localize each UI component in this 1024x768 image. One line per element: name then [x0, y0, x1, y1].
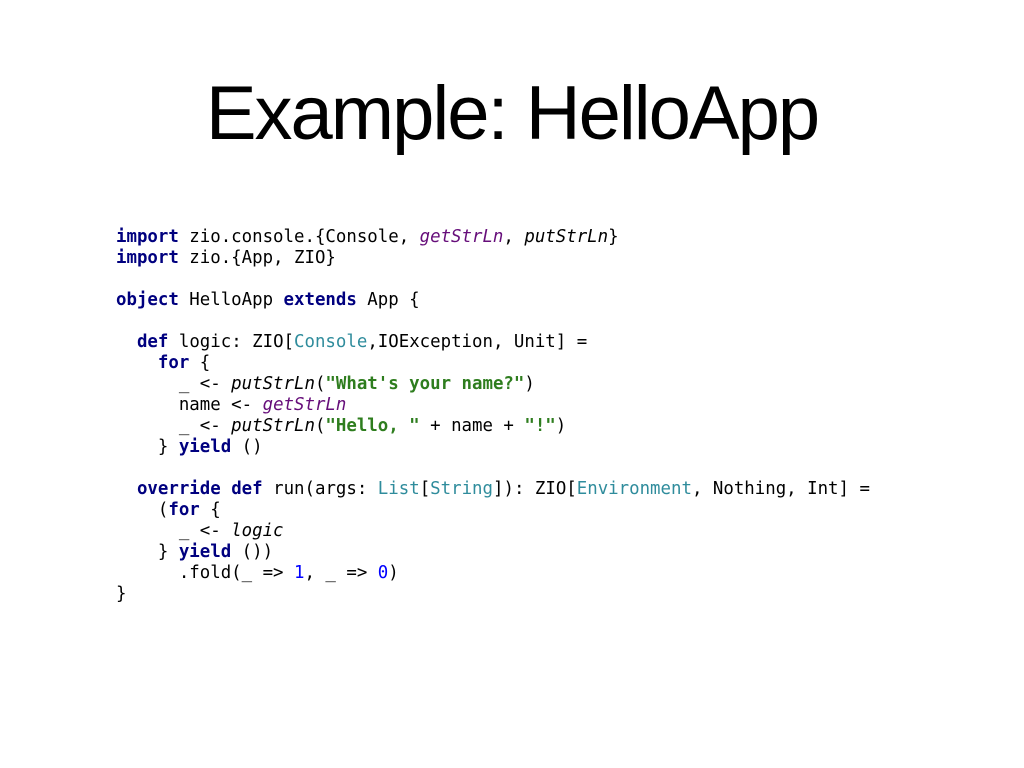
code-token: [	[419, 479, 431, 499]
code-token: HelloApp	[178, 290, 284, 310]
code-line: name <- getStrLn	[116, 395, 870, 416]
code-token: Environment	[576, 479, 692, 499]
code-token: yield	[178, 542, 232, 562]
slide-title: Example: HelloApp	[205, 71, 820, 156]
code-token: ]): ZIO[	[493, 479, 577, 499]
code-token: (	[314, 416, 326, 436]
code-token: List	[377, 479, 420, 499]
code-token: import	[116, 227, 179, 247]
code-token: String	[430, 479, 493, 499]
code-token: getStrLn	[262, 395, 347, 415]
code-token: run(args:	[262, 479, 378, 499]
code-token: _ <-	[116, 416, 232, 436]
code-line: } yield ()	[116, 437, 870, 458]
code-token: }	[116, 437, 179, 457]
code-token: , _ =>	[304, 563, 378, 583]
code-token: }	[116, 584, 127, 604]
code-token: "Hello, "	[325, 416, 420, 436]
code-token: (	[314, 374, 326, 394]
code-token: )	[388, 563, 399, 583]
code-token: def	[136, 332, 169, 352]
code-line: override def run(args: List[String]): ZI…	[116, 479, 870, 500]
code-token: zio.{App, ZIO}	[178, 248, 336, 268]
code-block: import zio.console.{Console, getStrLn, p…	[116, 227, 870, 605]
code-token: "What's your name?"	[325, 374, 525, 394]
code-token: ,	[503, 227, 525, 247]
code-token: object	[116, 290, 179, 310]
code-token: import	[116, 248, 179, 268]
code-token: _ <-	[116, 374, 232, 394]
code-line: def logic: ZIO[Console,IOException, Unit…	[116, 332, 870, 353]
code-token: {	[189, 353, 211, 373]
code-line: _ <- logic	[116, 521, 870, 542]
code-token: yield	[178, 437, 232, 457]
code-token: .fold(_ =>	[116, 563, 294, 583]
code-token: "!"	[524, 416, 556, 436]
code-line: _ <- putStrLn("Hello, " + name + "!")	[116, 416, 870, 437]
code-token: + name +	[419, 416, 525, 436]
code-token: 0	[377, 563, 389, 583]
code-line: _ <- putStrLn("What's your name?")	[116, 374, 870, 395]
code-token: zio.console.{Console,	[178, 227, 420, 247]
slide: Example: HelloApp import zio.console.{Co…	[0, 0, 1024, 768]
code-token: App {	[356, 290, 420, 310]
code-token: def	[231, 479, 263, 499]
code-line: } yield ())	[116, 542, 870, 563]
code-token: )	[524, 374, 535, 394]
code-token: Console	[294, 332, 368, 352]
code-token: 1	[294, 563, 305, 583]
code-token: }	[608, 227, 619, 247]
code-token: , Nothing, Int] =	[691, 479, 870, 499]
code-token: ,IOException, Unit] =	[367, 332, 588, 352]
code-token: (	[116, 500, 169, 520]
code-token: ()	[231, 437, 263, 457]
code-token: }	[116, 542, 179, 562]
code-line: }	[116, 584, 870, 605]
code-line: for {	[116, 353, 870, 374]
code-line: import zio.console.{Console, getStrLn, p…	[116, 227, 870, 248]
code-token: for	[168, 500, 200, 520]
code-token: for	[157, 353, 190, 373]
code-token: getStrLn	[419, 227, 504, 247]
code-line: .fold(_ => 1, _ => 0)	[116, 563, 870, 584]
code-token: name <-	[116, 395, 263, 415]
code-token: logic	[231, 521, 284, 541]
code-token: {	[199, 500, 221, 520]
code-token: )	[555, 416, 567, 436]
code-line: import zio.{App, ZIO}	[116, 248, 870, 269]
code-token: override	[136, 479, 221, 499]
code-line: object HelloApp extends App {	[116, 290, 870, 311]
code-line: (for {	[116, 500, 870, 521]
code-token: ())	[231, 542, 274, 562]
code-token: logic: ZIO[	[168, 332, 295, 352]
code-token: _ <-	[116, 521, 232, 541]
code-token: putStrLn	[231, 416, 315, 436]
code-token: putStrLn	[524, 227, 609, 247]
code-token: putStrLn	[231, 374, 315, 394]
code-token: extends	[283, 290, 357, 310]
